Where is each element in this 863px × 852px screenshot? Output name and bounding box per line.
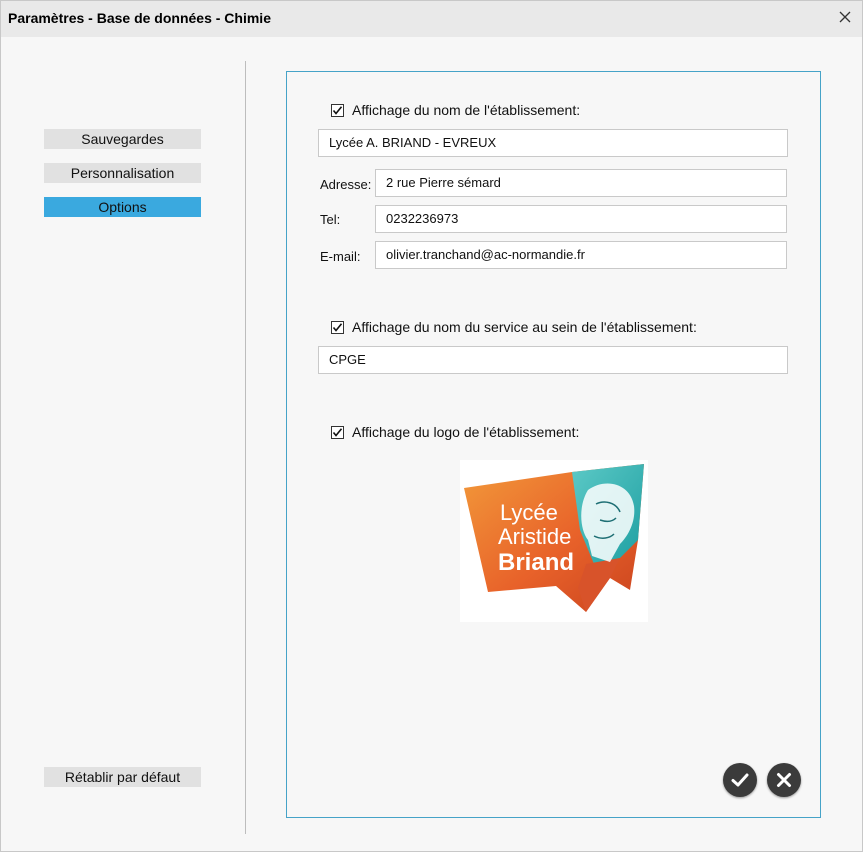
- tel-label: Tel:: [320, 212, 341, 227]
- logo-checkbox-label: Affichage du logo de l'établissement:: [352, 424, 580, 440]
- logo-text-line2: Aristide: [498, 524, 571, 549]
- email-field[interactable]: olivier.tranchand@ac-normandie.fr: [375, 241, 787, 269]
- settings-window: Paramètres - Base de données - Chimie Sa…: [0, 0, 863, 852]
- check-icon: [731, 773, 749, 787]
- institution-checkbox[interactable]: [331, 103, 344, 117]
- sidebar-item-options[interactable]: Options: [44, 197, 201, 217]
- service-name-field[interactable]: CPGE: [318, 346, 788, 374]
- title-bar: Paramètres - Base de données - Chimie: [1, 1, 862, 37]
- institution-checkbox-label: Affichage du nom de l'établissement:: [352, 102, 581, 118]
- vertical-divider: [245, 61, 246, 834]
- confirm-button[interactable]: [723, 763, 757, 797]
- service-checkbox-label: Affichage du nom du service au sein de l…: [352, 319, 697, 335]
- institution-logo: Lycée Aristide Briand: [460, 460, 648, 622]
- close-icon[interactable]: [834, 6, 856, 28]
- logo-text-line1: Lycée: [500, 500, 558, 525]
- email-label: E-mail:: [320, 249, 361, 264]
- window-title: Paramètres - Base de données - Chimie: [8, 10, 271, 26]
- logo-text-line3: Briand: [498, 549, 574, 576]
- tel-field[interactable]: 0232236973: [375, 205, 787, 233]
- institution-name-field[interactable]: Lycée A. BRIAND - EVREUX: [318, 129, 788, 157]
- logo-image: Lycée Aristide Briand: [464, 464, 644, 612]
- checkmark-icon: [332, 427, 343, 437]
- logo-checkbox[interactable]: [331, 425, 344, 439]
- options-panel: Affichage du nom de l'établissement: Lyc…: [286, 71, 821, 818]
- x-icon: [777, 773, 791, 787]
- sidebar-item-sauvegardes[interactable]: Sauvegardes: [44, 129, 201, 149]
- reset-defaults-button[interactable]: Rétablir par défaut: [44, 767, 201, 787]
- service-checkbox-row: Affichage du nom du service au sein de l…: [331, 319, 697, 335]
- cancel-button[interactable]: [767, 763, 801, 797]
- sidebar-item-personnalisation[interactable]: Personnalisation: [44, 163, 201, 183]
- address-label: Adresse:: [320, 177, 372, 192]
- checkmark-icon: [332, 105, 343, 115]
- service-checkbox[interactable]: [331, 320, 344, 334]
- address-field[interactable]: 2 rue Pierre sémard: [375, 169, 787, 197]
- institution-checkbox-row: Affichage du nom de l'établissement:: [331, 102, 580, 118]
- logo-checkbox-row: Affichage du logo de l'établissement:: [331, 424, 579, 440]
- checkmark-icon: [332, 322, 343, 332]
